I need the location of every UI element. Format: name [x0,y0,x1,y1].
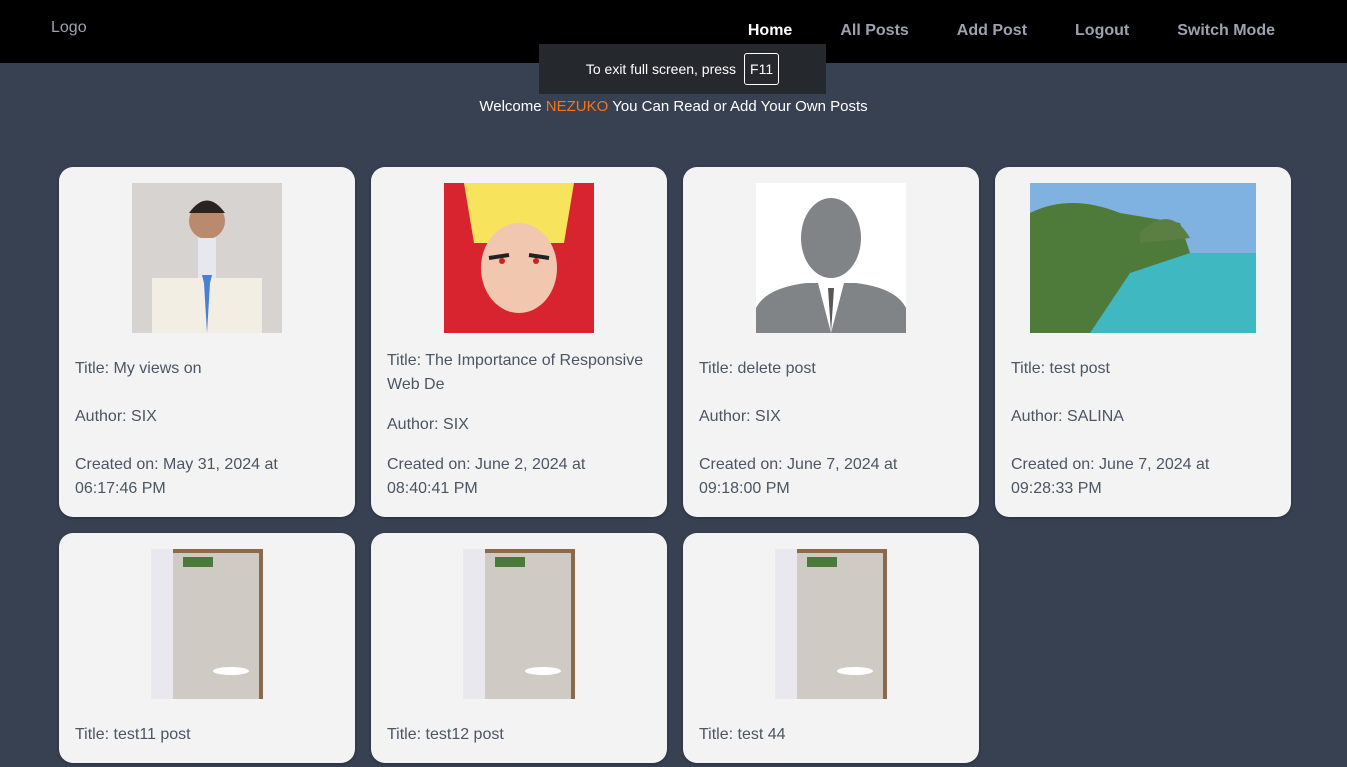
post-image-document [775,549,887,699]
nav-logout[interactable]: Logout [1075,22,1129,40]
fullscreen-text: To exit full screen, press [585,61,737,77]
post-author: Author: SIX [699,408,781,425]
post-author: Author: SIX [387,416,469,433]
post-title: Title: test post [1011,360,1110,377]
logo[interactable]: Logo [51,19,87,37]
post-image-default-avatar [756,183,906,333]
fullscreen-notice: To exit full screen, press F11 [539,44,826,94]
welcome-prefix: Welcome [479,98,542,115]
post-card[interactable]: Title: delete post Author: SIX Created o… [683,167,979,517]
posts-grid: Title: My views on Author: SIX Created o… [59,167,1291,763]
post-image-document [463,549,575,699]
username: NEZUKO [545,98,609,115]
post-image-man [132,183,282,333]
post-created: Created on: June 2, 2024 at 08:40:41 PM [387,456,586,497]
post-created: Created on: June 7, 2024 at 09:28:33 PM [1011,456,1210,497]
post-title: Title: My views on [75,360,202,377]
post-title: Title: test12 post [387,726,504,743]
post-image-landscape [1030,183,1256,333]
post-author: Author: SALINA [1011,408,1124,425]
post-card[interactable]: Title: test post Author: SALINA Created … [995,167,1291,517]
post-card[interactable]: Title: The Importance of Responsive Web … [371,167,667,517]
welcome-suffix: You Can Read or Add Your Own Posts [612,98,868,115]
post-card[interactable]: Title: My views on Author: SIX Created o… [59,167,355,517]
nav-all-posts[interactable]: All Posts [840,22,908,40]
post-title: Title: delete post [699,360,816,377]
post-card[interactable]: Title: test12 post [371,533,667,763]
f11-key: F11 [744,53,780,85]
welcome-message: Welcome NEZUKO You Can Read or Add Your … [0,98,1347,115]
post-card[interactable]: Title: test11 post [59,533,355,763]
post-image-anime [444,183,594,333]
post-title: Title: test 44 [699,726,786,743]
post-author: Author: SIX [75,408,157,425]
nav-add-post[interactable]: Add Post [957,22,1027,40]
nav-home[interactable]: Home [748,22,792,40]
post-image-document [151,549,263,699]
post-created: Created on: June 7, 2024 at 09:18:00 PM [699,456,898,497]
post-created: Created on: May 31, 2024 at 06:17:46 PM [75,456,278,497]
post-title: Title: The Importance of Responsive Web … [387,352,644,393]
nav-switch-mode[interactable]: Switch Mode [1177,22,1275,40]
post-card[interactable]: Title: test 44 [683,533,979,763]
post-title: Title: test11 post [75,726,191,743]
